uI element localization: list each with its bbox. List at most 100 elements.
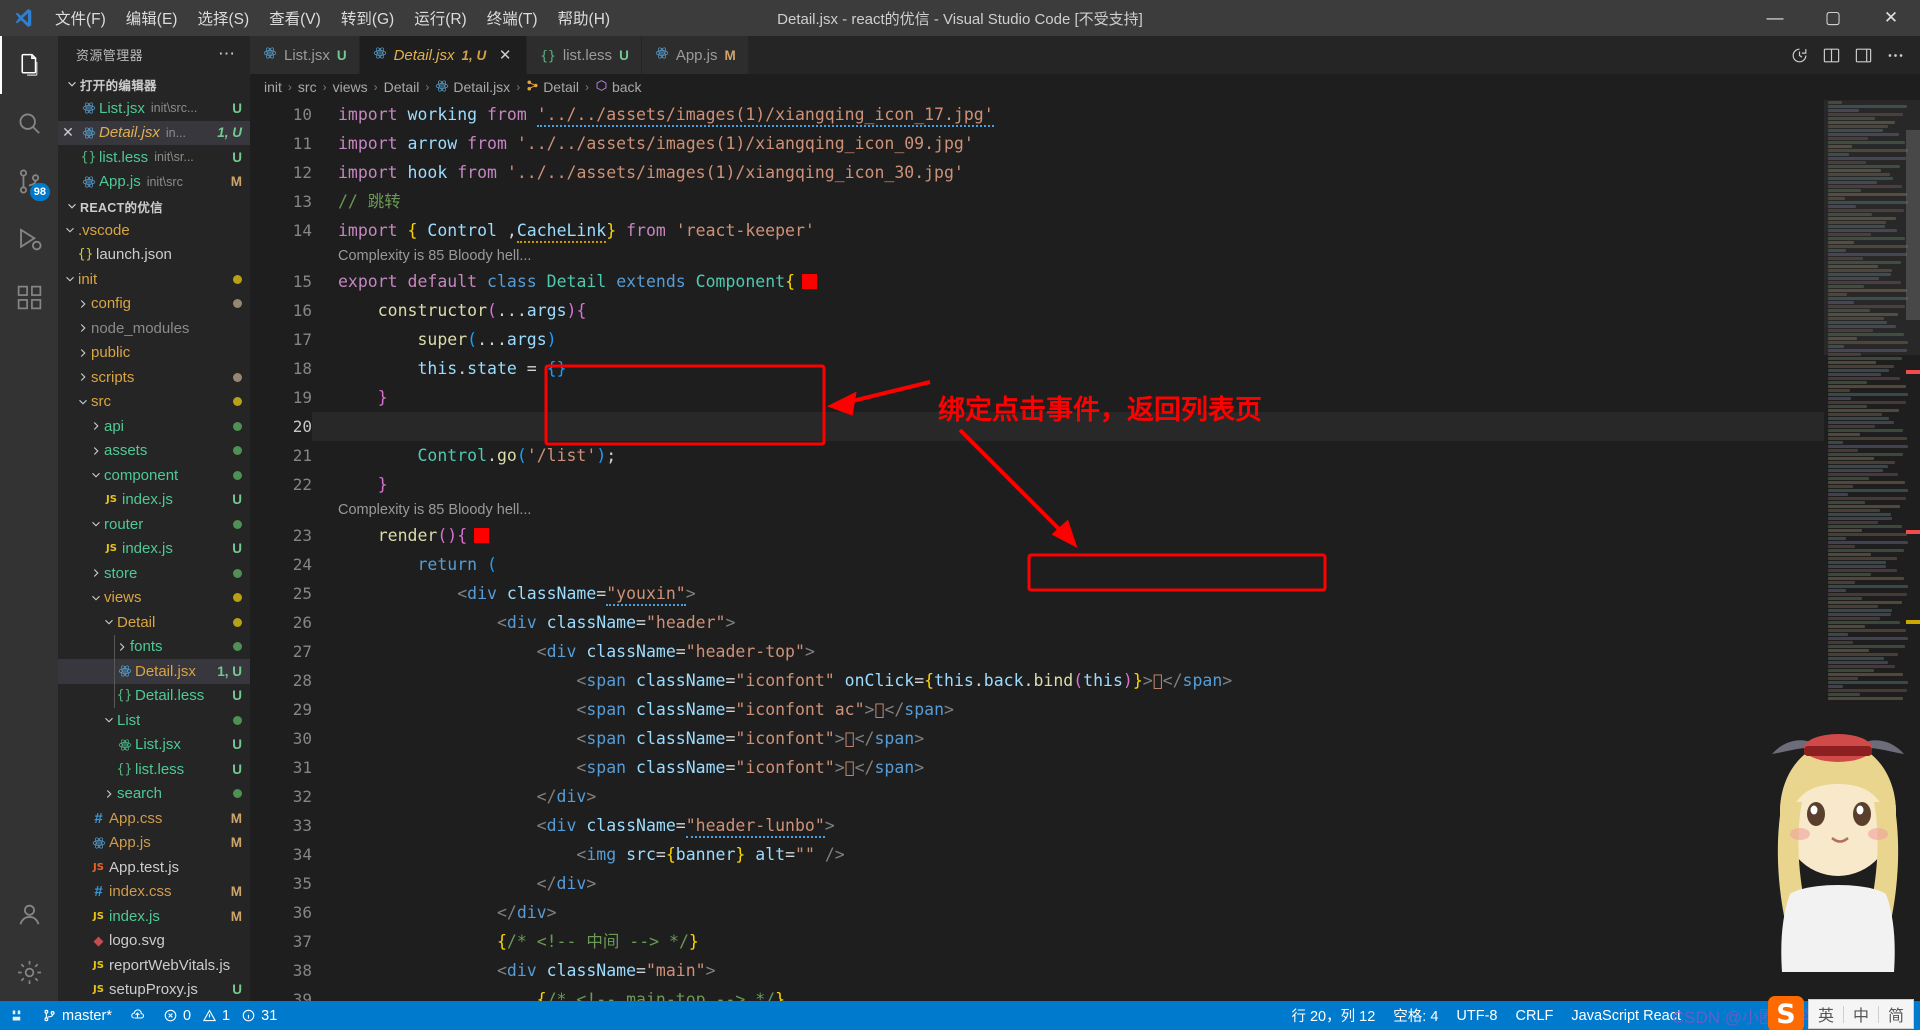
tree-file[interactable]: JS App.test.js <box>58 855 250 880</box>
sync-button[interactable] <box>121 1001 154 1030</box>
open-editor-item[interactable]: List.jsx init\src... U <box>58 96 250 121</box>
breadcrumb-item[interactable]: back <box>595 79 642 95</box>
breadcrumb-item[interactable]: Detail.jsx <box>435 79 510 96</box>
tree-file[interactable]: ◆ logo.svg <box>58 929 250 954</box>
remote-indicator[interactable] <box>0 1001 33 1030</box>
breadcrumb-item[interactable]: Detail <box>384 79 420 95</box>
split-editor-icon[interactable] <box>1816 40 1846 70</box>
tree-file[interactable]: # App.css M <box>58 806 250 831</box>
tab-label: Detail.jsx <box>393 46 455 64</box>
code-lens[interactable]: Complexity is 85 Bloody hell... <box>250 245 1824 267</box>
tree-file[interactable]: {} list.less U <box>58 757 250 782</box>
gear-icon <box>17 960 41 984</box>
tree-file[interactable]: JS index.js U <box>58 537 250 562</box>
tree-file[interactable]: {} launch.json <box>58 243 250 268</box>
close-editor-icon[interactable]: ✕ <box>58 124 78 141</box>
menu-run[interactable]: 运行(R) <box>405 3 476 33</box>
menu-file[interactable]: 文件(F) <box>46 3 115 33</box>
tree-item-label: store <box>104 564 138 582</box>
menu-go[interactable]: 转到(G) <box>332 3 403 33</box>
eol[interactable]: CRLF <box>1507 1008 1563 1024</box>
tree-folder[interactable]: search <box>58 782 250 807</box>
open-editors-section[interactable]: 打开的编辑器 <box>58 72 250 96</box>
cursor-position[interactable]: 行 20，列 12 <box>1282 1005 1384 1026</box>
activity-run-debug[interactable] <box>0 210 58 268</box>
activity-accounts[interactable] <box>0 885 58 943</box>
tree-item-label: config <box>91 295 132 313</box>
tree-folder[interactable]: src <box>58 390 250 415</box>
project-section[interactable]: REACT的优信 <box>58 194 250 218</box>
tree-file[interactable]: JS index.js M <box>58 904 250 929</box>
minimap-line <box>1828 325 1896 328</box>
tree-file[interactable]: Detail.jsx 1, U <box>58 659 250 684</box>
indentation[interactable]: 空格: 4 <box>1384 1005 1447 1026</box>
tree-folder[interactable]: Detail <box>58 610 250 635</box>
problems-indicator[interactable]: 0 1 31 <box>154 1001 286 1030</box>
open-editor-item[interactable]: ✕ Detail.jsx in... 1, U <box>58 120 250 145</box>
tree-file[interactable]: JS setupProxy.js U <box>58 978 250 1002</box>
editor-tab[interactable]: App.js M <box>641 36 749 74</box>
tree-file[interactable]: # index.css M <box>58 880 250 905</box>
menu-help[interactable]: 帮助(H) <box>549 3 620 33</box>
breadcrumb-item[interactable]: Detail <box>526 79 579 95</box>
tree-folder[interactable]: store <box>58 561 250 586</box>
tree-folder[interactable]: scripts <box>58 365 250 390</box>
menu-terminal[interactable]: 终端(T) <box>478 3 547 33</box>
tree-folder[interactable]: fonts <box>58 634 250 659</box>
tree-folder[interactable]: public <box>58 341 250 366</box>
activity-extensions[interactable] <box>0 268 58 326</box>
activity-settings[interactable] <box>0 943 58 1001</box>
editor-tab[interactable]: Detail.jsx 1, U ✕ <box>359 36 528 74</box>
source-code[interactable]: 10 import working from '../../assets/imag… <box>250 100 1824 1001</box>
minimap-line <box>1828 541 1908 544</box>
tree-folder[interactable]: init <box>58 267 250 292</box>
close-button[interactable]: ✕ <box>1862 0 1920 36</box>
tree-folder[interactable]: .vscode <box>58 218 250 243</box>
tree-folder[interactable]: config <box>58 292 250 317</box>
activity-source-control[interactable]: 98 <box>0 152 58 210</box>
menu-selection[interactable]: 选择(S) <box>188 3 258 33</box>
open-changes-icon[interactable] <box>1784 40 1814 70</box>
tree-folder[interactable]: api <box>58 414 250 439</box>
editor-scrollbar[interactable] <box>1906 100 1920 1001</box>
tree-folder[interactable]: List <box>58 708 250 733</box>
breadcrumb-item[interactable]: views <box>333 79 368 95</box>
tree-file[interactable]: App.js M <box>58 831 250 856</box>
minimap-line <box>1828 385 1906 388</box>
editor-tab[interactable]: List.jsx U <box>250 36 360 74</box>
language-mode[interactable]: JavaScript React <box>1562 1008 1690 1024</box>
scrollbar-thumb[interactable] <box>1906 130 1920 320</box>
code-line: 14 import { Control ,CacheLink} from 'rea… <box>250 216 1824 245</box>
code-scroll-region[interactable]: 10 import working from '../../assets/imag… <box>250 100 1824 1001</box>
encoding[interactable]: UTF-8 <box>1447 1008 1506 1024</box>
tree-folder[interactable]: views <box>58 586 250 611</box>
tree-file[interactable]: {} Detail.less U <box>58 683 250 708</box>
code-lens[interactable]: Complexity is 85 Bloody hell... <box>250 499 1824 521</box>
open-editor-item[interactable]: {} list.less init\sr... U <box>58 145 250 170</box>
tree-file[interactable]: JS reportWebVitals.js <box>58 953 250 978</box>
open-editor-item[interactable]: App.js init\src M <box>58 170 250 195</box>
minimap-line <box>1828 189 1862 192</box>
branch-indicator[interactable]: master* <box>33 1001 121 1030</box>
editor-tab[interactable]: {} list.less U <box>527 36 642 74</box>
tree-folder[interactable]: assets <box>58 439 250 464</box>
layout-icon[interactable] <box>1848 40 1878 70</box>
tab-close-icon[interactable]: ✕ <box>496 46 514 64</box>
tree-folder[interactable]: node_modules <box>58 316 250 341</box>
minimize-button[interactable]: — <box>1746 0 1804 36</box>
vscode-window: 文件(F) 编辑(E) 选择(S) 查看(V) 转到(G) 运行(R) 终端(T… <box>0 0 1920 1030</box>
breadcrumb-item[interactable]: init <box>264 79 282 95</box>
tree-folder[interactable]: router <box>58 512 250 537</box>
activity-search[interactable] <box>0 94 58 152</box>
tree-file[interactable]: List.jsx U <box>58 733 250 758</box>
tree-file[interactable]: JS index.js U <box>58 488 250 513</box>
more-actions-icon[interactable] <box>1880 40 1910 70</box>
explorer-more-icon[interactable]: ⋯ <box>210 44 244 64</box>
tab-status: 1, U <box>461 47 487 63</box>
tree-folder[interactable]: component <box>58 463 250 488</box>
menu-edit[interactable]: 编辑(E) <box>117 3 187 33</box>
maximize-button[interactable]: ▢ <box>1804 0 1862 36</box>
breadcrumb-item[interactable]: src <box>298 79 317 95</box>
activity-explorer[interactable] <box>0 36 58 94</box>
menu-view[interactable]: 查看(V) <box>260 3 330 33</box>
